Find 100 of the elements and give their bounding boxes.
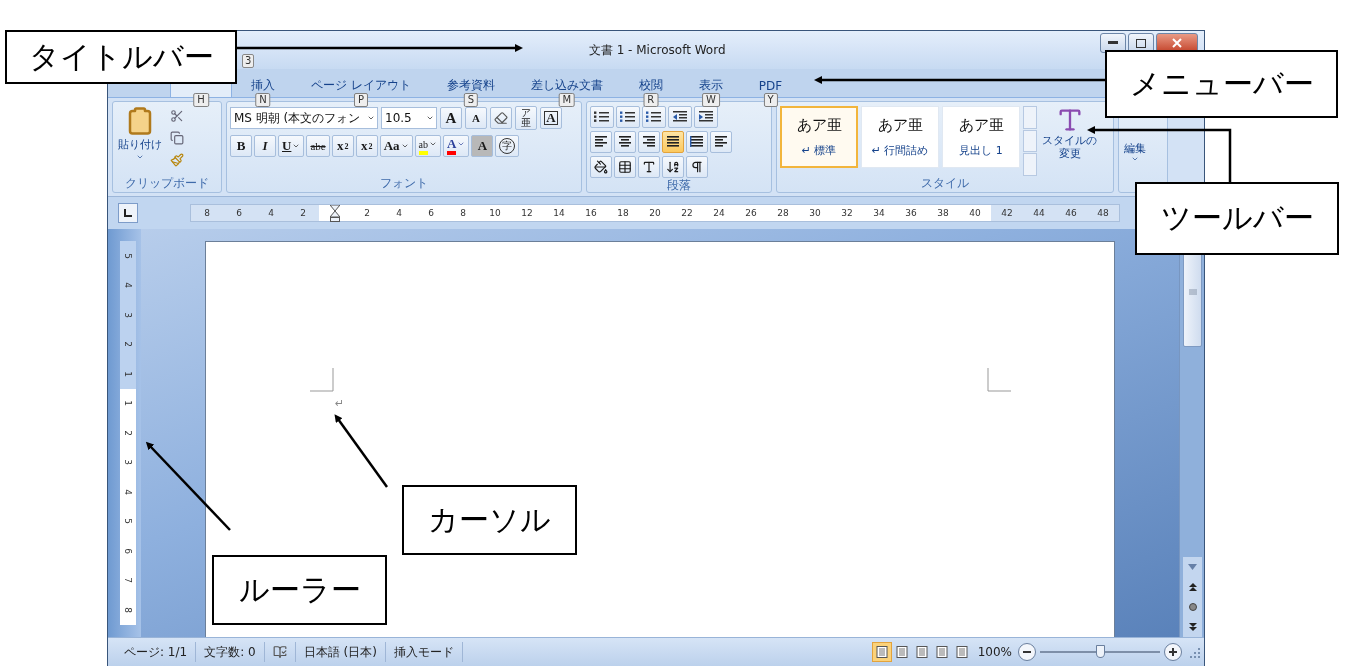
ruler-number: 5 — [123, 252, 133, 259]
page-icon — [895, 646, 908, 658]
minimize-button[interactable] — [1100, 33, 1126, 53]
phonetic-guide-button[interactable]: ア 亜 — [515, 106, 537, 130]
close-button[interactable] — [1156, 33, 1198, 53]
character-shading-button[interactable]: A — [471, 135, 494, 157]
maximize-button[interactable] — [1128, 33, 1154, 53]
group-label: フォント — [379, 176, 429, 192]
key-tip: M — [558, 93, 576, 107]
change-styles-button[interactable]: スタイルの 変更 — [1040, 106, 1099, 176]
ruler-number: 6 — [123, 547, 133, 554]
caret-icon — [429, 140, 437, 148]
borders-button[interactable] — [614, 156, 636, 178]
language-status[interactable]: 日本語 (日本) — [295, 642, 386, 662]
caret-icon — [426, 114, 434, 122]
ruler-number: 30 — [809, 208, 821, 218]
alignment-button[interactable] — [638, 131, 660, 153]
alignment-icon — [642, 136, 656, 148]
alignment-button[interactable] — [686, 131, 708, 153]
change-case-button[interactable]: Aa — [379, 135, 413, 157]
multilevel-list-button[interactable] — [642, 106, 666, 128]
zoom-out-button[interactable] — [1018, 643, 1036, 661]
ruler-number: 12 — [521, 208, 533, 218]
copy-icon[interactable] — [170, 131, 184, 145]
browse-object-icon[interactable] — [1188, 603, 1197, 611]
scroll-down-icon[interactable] — [1188, 564, 1197, 570]
maximize-icon — [1136, 38, 1146, 48]
tab-selector[interactable] — [118, 203, 138, 223]
alignment-button[interactable] — [662, 131, 684, 153]
increase-indent-button[interactable] — [694, 106, 718, 128]
insert-mode-status[interactable]: 挿入モード — [385, 642, 463, 662]
ruler-number: 3 — [123, 459, 133, 466]
ruler-number: 2 — [123, 341, 133, 348]
alignment-icon — [666, 136, 680, 148]
line-spacing-icon — [714, 136, 728, 148]
ruler-number: 38 — [937, 208, 949, 218]
scissors-icon[interactable] — [170, 109, 184, 123]
multilevel-list-icon — [646, 111, 662, 123]
sort-icon — [666, 160, 680, 174]
alignment-button[interactable] — [590, 131, 612, 153]
left-tab-icon — [124, 209, 132, 217]
ruler-number: 24 — [713, 208, 725, 218]
previous-page-icon[interactable] — [1188, 583, 1197, 591]
key-tip: R — [643, 93, 659, 107]
font-color-button[interactable]: A — [443, 135, 470, 157]
style-gallery-item[interactable]: あア亜 ↵ 行間詰め — [861, 106, 939, 168]
page-icon — [955, 646, 968, 658]
view-button[interactable] — [871, 642, 892, 662]
line-spacing-button[interactable] — [710, 131, 732, 153]
caret-icon — [400, 142, 409, 150]
ruler-number: 4 — [123, 488, 133, 495]
shading-button[interactable] — [590, 156, 612, 178]
ruler-number: 46 — [1065, 208, 1077, 218]
key-tip: N — [255, 93, 271, 107]
bullets-button[interactable] — [590, 106, 614, 128]
show-marks-button[interactable] — [686, 156, 708, 178]
numbering-button[interactable] — [616, 106, 640, 128]
paste-button[interactable]: 貼り付け — [116, 106, 164, 174]
alignment-icon — [594, 136, 608, 148]
minus-icon — [1023, 651, 1031, 653]
ruler-number: 8 — [204, 208, 210, 218]
minimize-icon — [1108, 41, 1118, 45]
ruler-number: 42 — [1001, 208, 1013, 218]
ruler-number: 28 — [777, 208, 789, 218]
highlight-button[interactable]: ab — [414, 135, 441, 157]
ruler-number: 36 — [905, 208, 917, 218]
font-name-field[interactable]: MS 明朝 (本文のフォン — [230, 107, 378, 129]
proofing-icon[interactable] — [272, 645, 287, 659]
strikethrough-button[interactable]: abe — [306, 135, 330, 157]
annotation-tooltip: ツールバー — [1135, 182, 1339, 255]
font-size-field[interactable]: 10.5 — [381, 107, 437, 129]
ruler-number: 20 — [649, 208, 661, 218]
clear-formatting-button[interactable] — [490, 107, 512, 129]
style-gallery-item[interactable]: あア亜 ↵ 標準 — [780, 106, 858, 168]
ruler-number: 4 — [123, 282, 133, 289]
alignment-button[interactable] — [614, 131, 636, 153]
paintbrush-icon[interactable] — [170, 153, 184, 167]
zoom-level: 100% — [977, 645, 1012, 659]
ruler-number: 44 — [1033, 208, 1045, 218]
sort-button[interactable] — [662, 156, 684, 178]
ruler-number: 4 — [268, 208, 274, 218]
zoom-in-button[interactable] — [1164, 643, 1182, 661]
character-border-button[interactable]: A — [540, 107, 562, 129]
ruler-number: 7 — [123, 577, 133, 584]
enclose-characters-button[interactable]: 字 — [495, 135, 520, 157]
ruler-number: 4 — [396, 208, 402, 218]
underline-button[interactable]: U — [278, 135, 305, 157]
bold-button[interactable]: B — [230, 135, 252, 157]
annotation-tooltip: ルーラー — [212, 555, 387, 625]
ruler-number: 3 — [123, 311, 133, 318]
zoom-slider-thumb[interactable] — [1096, 645, 1105, 658]
italic-button[interactable]: I — [254, 135, 276, 157]
shrink-font-button[interactable]: A — [465, 107, 487, 129]
next-page-icon[interactable] — [1188, 623, 1197, 631]
asian-layout-button[interactable] — [638, 156, 660, 178]
grow-font-button[interactable]: A — [440, 107, 462, 129]
indent-marker-icon[interactable] — [330, 204, 340, 222]
alignment-icon — [690, 136, 704, 148]
style-gallery-item[interactable]: あア亜 見出し 1 — [942, 106, 1020, 168]
decrease-indent-button[interactable] — [668, 106, 692, 128]
